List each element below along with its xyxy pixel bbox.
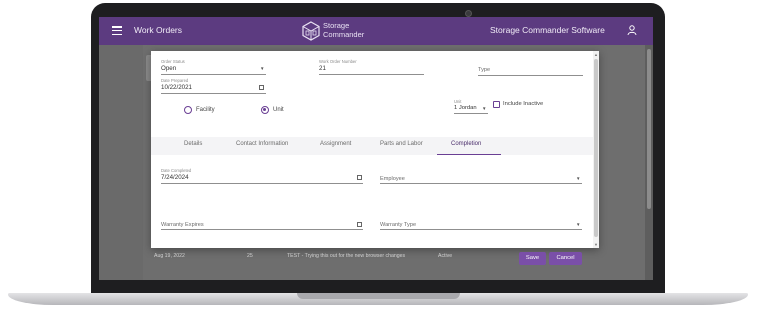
software-title: Storage Commander Software <box>490 25 605 35</box>
warranty-type-underline <box>380 229 582 230</box>
unit-radio[interactable] <box>261 106 269 114</box>
date-completed-field[interactable]: 7/24/2024 <box>161 174 189 181</box>
calendar-icon[interactable] <box>357 222 362 227</box>
logo-line-2: Commander <box>323 30 365 39</box>
employee-underline <box>380 183 582 184</box>
warranty-expires-field[interactable]: Warranty Expires <box>161 222 204 228</box>
user-icon[interactable] <box>627 25 637 36</box>
laptop-mockup: Work Orders Storage Commander Storage Co… <box>0 0 757 315</box>
warranty-expires-underline <box>161 229 363 230</box>
page-title: Work Orders <box>134 25 183 35</box>
warranty-type-select[interactable]: Warranty Type <box>380 222 416 228</box>
chevron-down-icon[interactable]: ▼ <box>260 66 264 71</box>
tab-parts-and-labor[interactable]: Parts and Labor <box>380 141 423 147</box>
laptop-screen: Work Orders Storage Commander Storage Co… <box>99 17 653 280</box>
work-order-dialog: ▲ ▼ Order Status Open ▼ Work Order Numbe… <box>151 51 599 265</box>
dialog-scrollbar-thumb[interactable] <box>594 59 598 237</box>
row-status: Active <box>438 253 453 259</box>
calendar-icon[interactable] <box>259 85 264 90</box>
order-status-underline <box>161 74 266 75</box>
unit-label: Unit <box>454 99 462 104</box>
include-inactive-checkbox[interactable] <box>493 101 500 108</box>
order-status-label: Order Status <box>161 59 185 64</box>
date-prepared-field[interactable]: 10/22/2021 <box>161 84 192 91</box>
row-date: Aug 19, 2022 <box>154 253 185 259</box>
date-prepared-underline <box>161 93 266 94</box>
row-description: TEST - Trying this out for the new brows… <box>287 253 406 259</box>
laptop-notch <box>297 293 460 299</box>
type-field[interactable]: Type <box>478 67 490 73</box>
save-button[interactable]: Save <box>519 252 546 265</box>
date-completed-label: Date Completed <box>161 168 192 173</box>
chevron-down-icon[interactable]: ▼ <box>482 106 486 111</box>
logo-text: Storage Commander <box>323 21 364 39</box>
logo-line-1: Storage <box>323 21 350 30</box>
hamburger-menu-icon[interactable] <box>112 26 122 36</box>
calendar-icon[interactable] <box>357 175 362 180</box>
unit-select[interactable]: 1 Jordan <box>454 105 477 111</box>
date-completed-underline <box>161 183 363 184</box>
active-tab-indicator <box>437 154 501 155</box>
work-order-number-label: Work Order Number <box>319 59 357 64</box>
app-bar: Work Orders Storage Commander Storage Co… <box>99 17 653 45</box>
tab-assignment[interactable]: Assignment <box>320 141 351 147</box>
work-order-number-field[interactable]: 21 <box>319 65 326 72</box>
order-status-select[interactable]: Open <box>161 65 176 72</box>
page-scrollbar-thumb[interactable] <box>647 49 651 209</box>
cancel-button[interactable]: Cancel <box>549 252 582 265</box>
include-inactive-label: Include Inactive <box>503 101 544 107</box>
facility-radio-label: Facility <box>196 107 215 113</box>
tab-contact-information[interactable]: Contact Information <box>236 141 288 147</box>
scroll-down-icon[interactable]: ▼ <box>594 242 598 247</box>
date-prepared-label: Date Prepared <box>161 78 189 83</box>
camera-icon <box>465 10 472 17</box>
chevron-down-icon[interactable]: ▼ <box>576 176 580 181</box>
employee-select[interactable]: Employee <box>380 176 405 182</box>
unit-radio-label: Unit <box>273 107 284 113</box>
tab-bar <box>151 137 593 155</box>
facility-radio[interactable] <box>184 106 192 114</box>
row-number: 25 <box>247 253 253 259</box>
type-underline <box>478 75 583 76</box>
scroll-up-icon[interactable]: ▲ <box>594 52 598 57</box>
storage-commander-logo-icon <box>302 21 320 41</box>
tab-details[interactable]: Details <box>184 141 202 147</box>
chevron-down-icon[interactable]: ▼ <box>576 222 580 227</box>
dialog-scrollbar[interactable]: ▲ ▼ <box>593 51 599 248</box>
tab-completion[interactable]: Completion <box>451 141 481 147</box>
unit-underline <box>454 113 488 114</box>
work-order-number-underline <box>319 74 424 75</box>
